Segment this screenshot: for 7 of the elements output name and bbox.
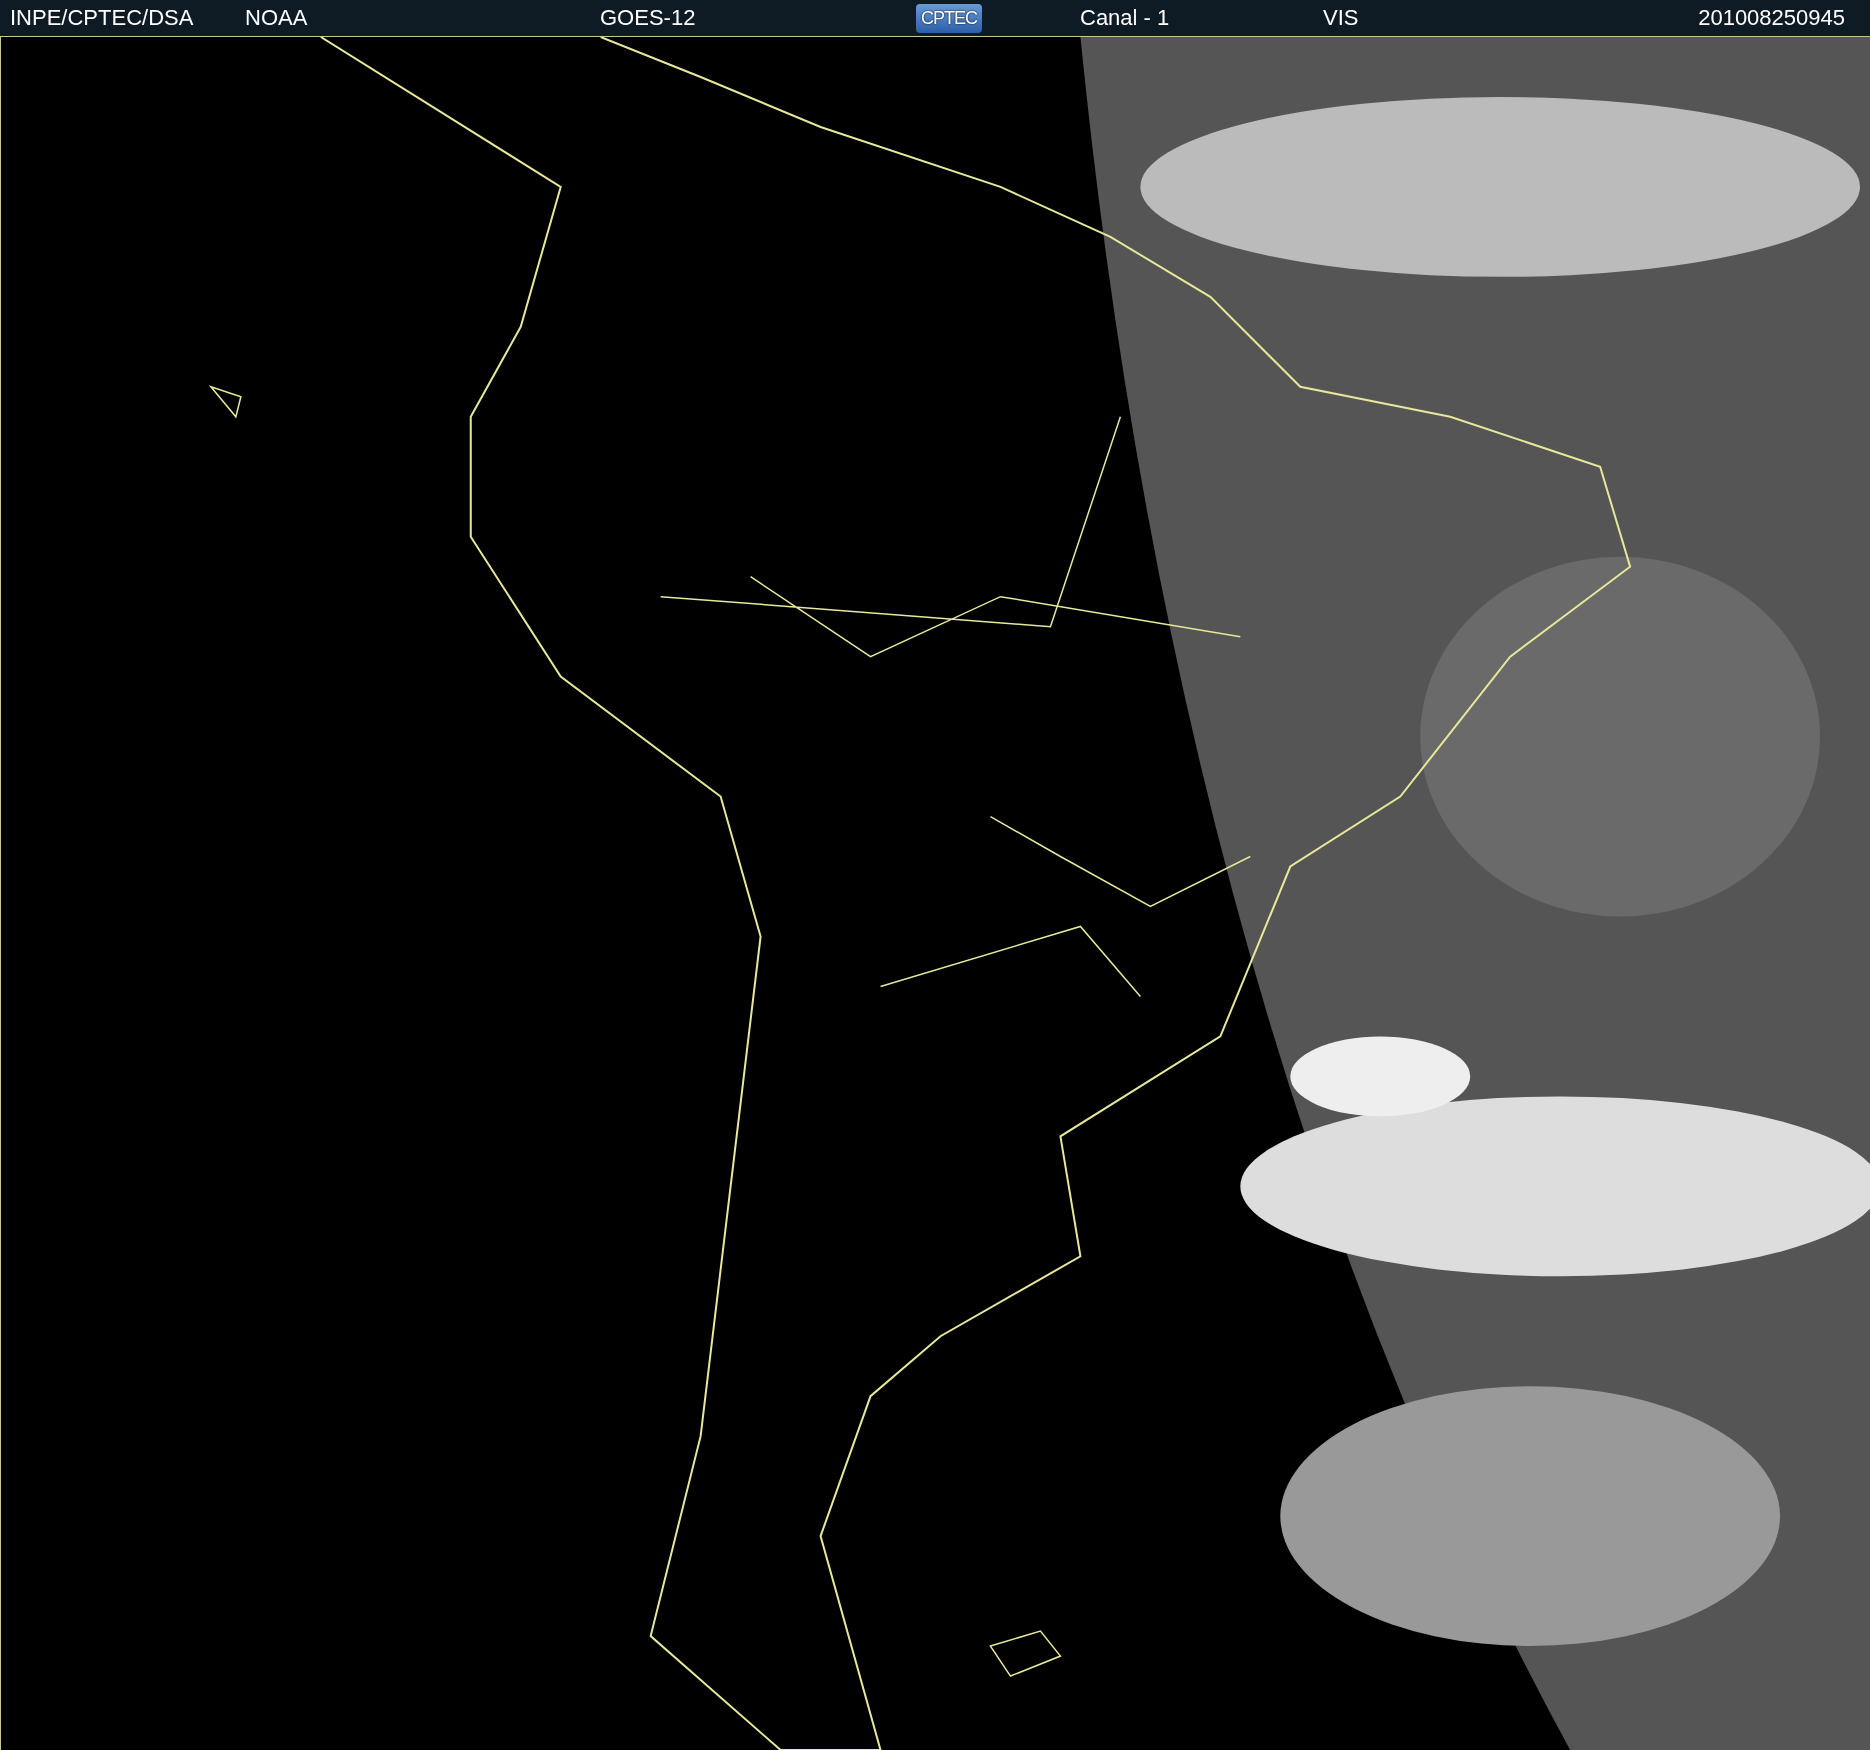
band-label: VIS <box>1323 5 1359 31</box>
agency-label: INPE/CPTEC/DSA <box>10 5 194 31</box>
operator-label: NOAA <box>245 5 308 31</box>
logo: CPTEC <box>916 3 982 33</box>
satellite-label: GOES-12 <box>600 5 696 31</box>
channel-label: Canal - 1 <box>1080 5 1170 31</box>
timestamp-label: 201008250945 <box>1698 5 1845 31</box>
